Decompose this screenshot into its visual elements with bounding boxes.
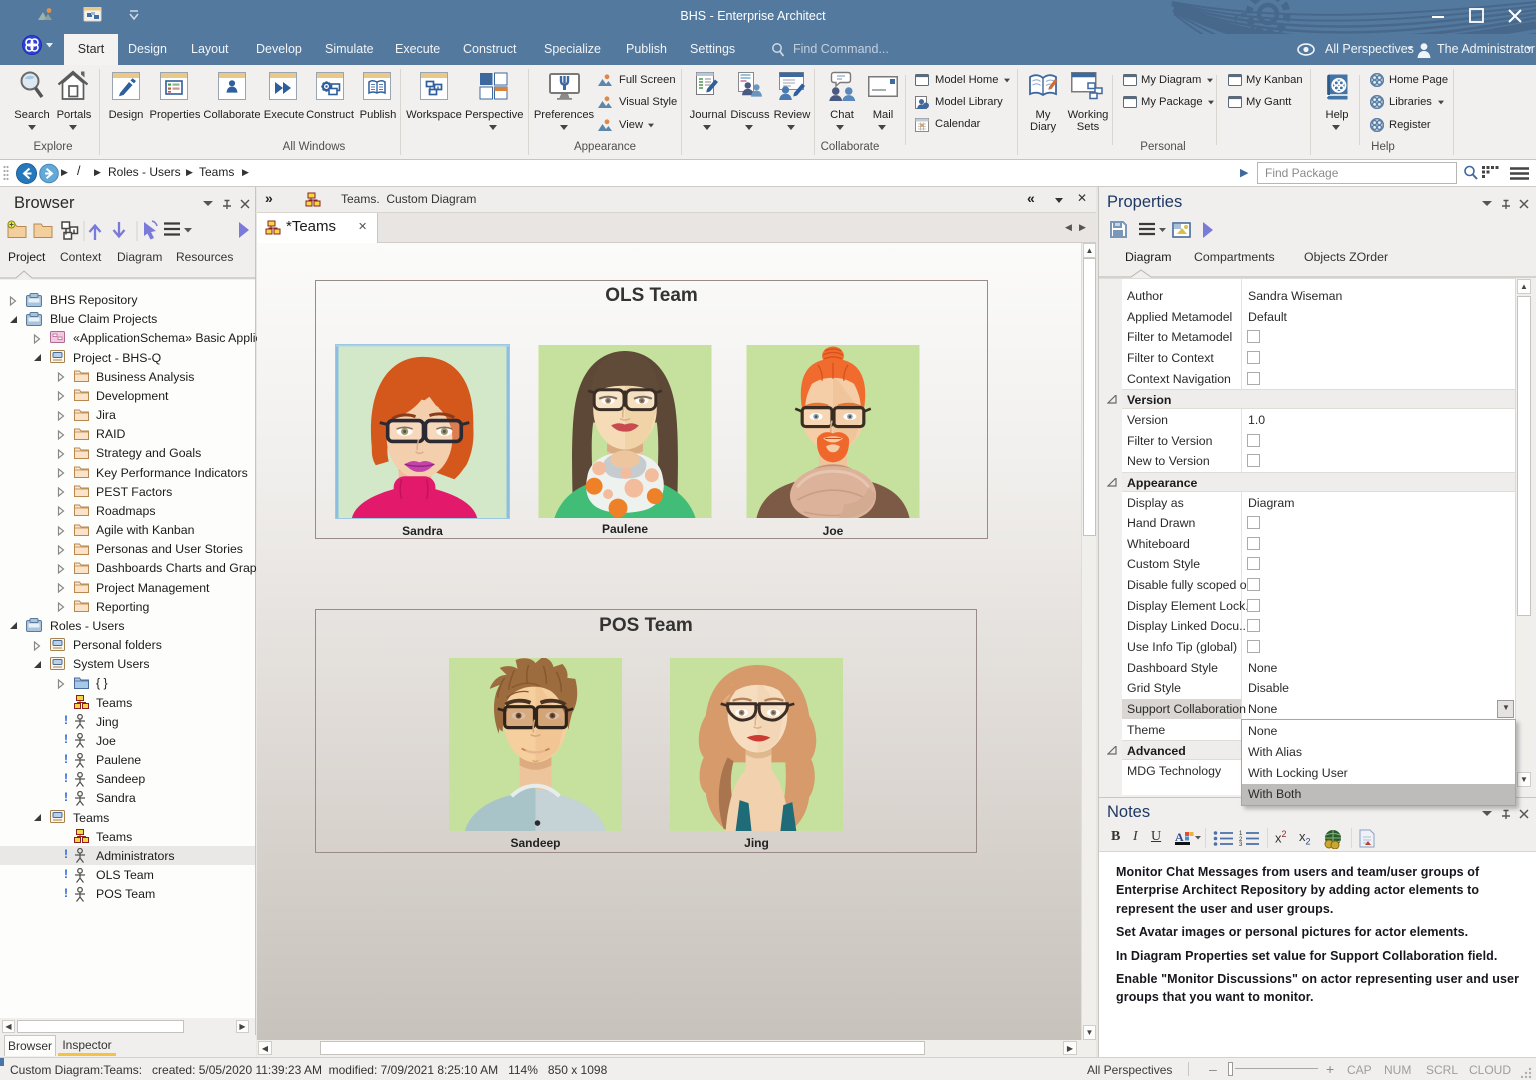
svg-text:3: 3: [1239, 842, 1243, 846]
svg-text:A: A: [1175, 830, 1184, 844]
